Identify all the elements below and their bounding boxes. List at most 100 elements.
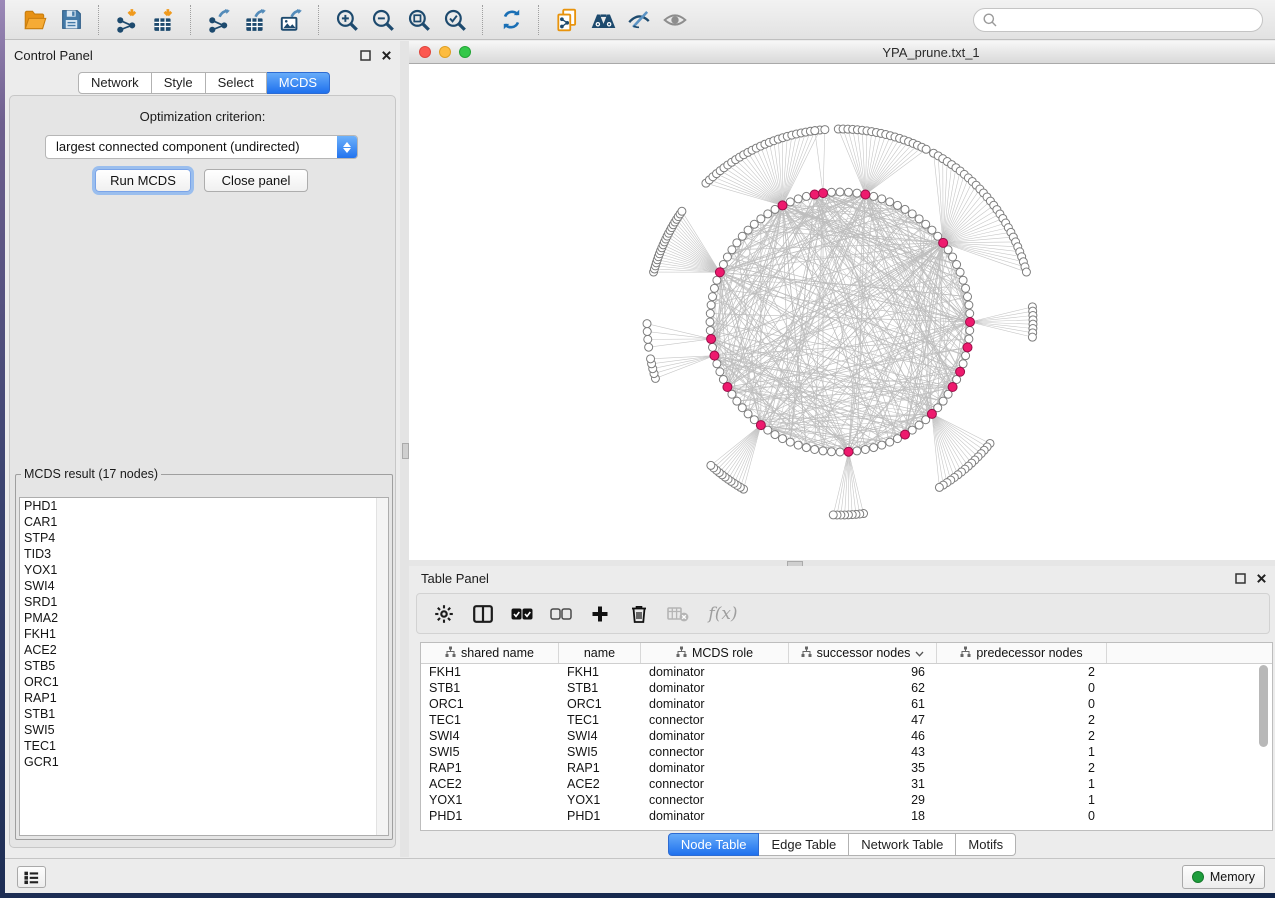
float-panel-icon[interactable] <box>360 50 371 61</box>
import-table-icon[interactable] <box>145 4 181 36</box>
column-header-shared-name[interactable]: shared name <box>421 643 559 663</box>
mcds-result-item[interactable]: GCR1 <box>20 754 388 770</box>
mcds-result-item[interactable]: CAR1 <box>20 514 388 530</box>
table-cell: 2 <box>937 728 1107 744</box>
close-window-icon[interactable] <box>419 46 431 58</box>
network-canvas[interactable] <box>409 64 1275 560</box>
close-panel-icon[interactable] <box>1256 573 1267 584</box>
delete-column-icon[interactable] <box>628 603 650 625</box>
table-row[interactable]: TEC1TEC1connector472 <box>421 712 1272 728</box>
table-row[interactable]: SWI4SWI4dominator462 <box>421 728 1272 744</box>
zoom-fit-icon[interactable] <box>401 4 437 36</box>
mcds-result-item[interactable]: PHD1 <box>20 498 388 514</box>
mcds-result-item[interactable]: SRD1 <box>20 594 388 610</box>
export-network-icon[interactable] <box>201 4 237 36</box>
splitter-grip[interactable] <box>402 443 409 459</box>
memory-status-icon <box>1192 871 1204 883</box>
table-panel: Table Panel <box>409 566 1275 857</box>
log-console-button[interactable] <box>17 866 46 888</box>
table-row[interactable]: FKH1FKH1dominator962 <box>421 664 1272 680</box>
memory-button[interactable]: Memory <box>1182 865 1265 889</box>
import-network-icon[interactable] <box>109 4 145 36</box>
mcds-result-item[interactable]: STB1 <box>20 706 388 722</box>
zoom-out-icon[interactable] <box>365 4 401 36</box>
mcds-result-item[interactable]: RAP1 <box>20 690 388 706</box>
mcds-result-item[interactable]: STB5 <box>20 658 388 674</box>
export-image-icon[interactable] <box>273 4 309 36</box>
show-all-icon[interactable] <box>657 4 693 36</box>
show-columns-icon[interactable] <box>472 603 494 625</box>
export-table-icon[interactable] <box>237 4 273 36</box>
criterion-dropdown[interactable]: largest connected component (undirected) <box>45 135 358 159</box>
mcds-result-item[interactable]: TEC1 <box>20 738 388 754</box>
tab-style[interactable]: Style <box>152 72 206 94</box>
mcds-result-item[interactable]: YOX1 <box>20 562 388 578</box>
mcds-result-item[interactable]: FKH1 <box>20 626 388 642</box>
table-row[interactable]: ORC1ORC1dominator610 <box>421 696 1272 712</box>
table-cell: dominator <box>641 808 789 824</box>
close-panel-button[interactable]: Close panel <box>204 169 308 192</box>
tab-node-table[interactable]: Node Table <box>668 833 760 856</box>
table-cell: STB1 <box>421 680 559 696</box>
save-session-icon[interactable] <box>53 4 89 36</box>
function-builder-icon[interactable]: f(x) <box>706 603 740 625</box>
mcds-result-item[interactable]: SWI5 <box>20 722 388 738</box>
mcds-result-item[interactable]: STP4 <box>20 530 388 546</box>
zoom-in-icon[interactable] <box>329 4 365 36</box>
float-panel-icon[interactable] <box>1235 573 1246 584</box>
add-column-icon[interactable] <box>589 603 611 625</box>
search-box[interactable] <box>973 8 1263 32</box>
list-scrollbar[interactable] <box>376 498 388 835</box>
run-mcds-button[interactable]: Run MCDS <box>95 169 191 192</box>
column-header-successor-nodes[interactable]: successor nodes <box>789 643 937 663</box>
column-label: name <box>584 646 615 660</box>
tab-select[interactable]: Select <box>206 72 267 94</box>
table-cell: connector <box>641 776 789 792</box>
mcds-result-item[interactable]: SWI4 <box>20 578 388 594</box>
table-row[interactable]: YOX1YOX1connector291 <box>421 792 1272 808</box>
table-row[interactable]: STB1STB1dominator620 <box>421 680 1272 696</box>
scrollbar-thumb[interactable] <box>1259 665 1268 747</box>
main-toolbar <box>5 0 1275 40</box>
tab-motifs[interactable]: Motifs <box>956 833 1016 856</box>
mcds-result-item[interactable]: PMA2 <box>20 610 388 626</box>
first-neighbors-icon[interactable] <box>585 4 621 36</box>
maximize-window-icon[interactable] <box>459 46 471 58</box>
minimize-window-icon[interactable] <box>439 46 451 58</box>
table-row[interactable]: RAP1RAP1dominator352 <box>421 760 1272 776</box>
node-table[interactable]: shared name name MCDS role successor nodes p… <box>420 642 1273 831</box>
deselect-all-icon[interactable] <box>550 603 572 625</box>
column-label: successor nodes <box>817 646 911 660</box>
table-cell: 31 <box>789 776 937 792</box>
tab-network[interactable]: Network <box>78 72 152 94</box>
table-scrollbar[interactable] <box>1258 664 1269 824</box>
column-type-icon <box>801 646 812 660</box>
tab-network-table[interactable]: Network Table <box>849 833 956 856</box>
clone-network-icon[interactable] <box>549 4 585 36</box>
hide-selected-icon[interactable] <box>621 4 657 36</box>
search-input[interactable] <box>998 12 1252 28</box>
tab-edge-table[interactable]: Edge Table <box>759 833 849 856</box>
column-header-MCDS-role[interactable]: MCDS role <box>641 643 789 663</box>
delete-table-icon[interactable] <box>667 603 689 625</box>
column-header-predecessor-nodes[interactable]: predecessor nodes <box>937 643 1107 663</box>
zoom-selected-icon[interactable] <box>437 4 473 36</box>
mcds-result-item[interactable]: ORC1 <box>20 674 388 690</box>
network-window-titlebar[interactable]: YPA_prune.txt_1 <box>409 41 1275 64</box>
table-row[interactable]: PHD1PHD1dominator180 <box>421 808 1272 824</box>
close-panel-icon[interactable] <box>381 50 392 61</box>
table-settings-icon[interactable] <box>433 603 455 625</box>
mcds-result-list[interactable]: PHD1CAR1STP4TID3YOX1SWI4SRD1PMA2FKH1ACE2… <box>19 497 389 836</box>
select-all-icon[interactable] <box>511 603 533 625</box>
column-header-name[interactable]: name <box>559 643 641 663</box>
open-session-icon[interactable] <box>17 4 53 36</box>
network-graph[interactable] <box>409 64 1275 560</box>
table-cell: ORC1 <box>421 696 559 712</box>
tab-mcds[interactable]: MCDS <box>267 72 330 94</box>
mcds-result-item[interactable]: TID3 <box>20 546 388 562</box>
mcds-result-item[interactable]: ACE2 <box>20 642 388 658</box>
refresh-layout-icon[interactable] <box>493 4 529 36</box>
mcds-result-box: MCDS result (17 nodes) PHD1CAR1STP4TID3Y… <box>15 467 393 840</box>
table-row[interactable]: SWI5SWI5connector431 <box>421 744 1272 760</box>
table-row[interactable]: ACE2ACE2connector311 <box>421 776 1272 792</box>
